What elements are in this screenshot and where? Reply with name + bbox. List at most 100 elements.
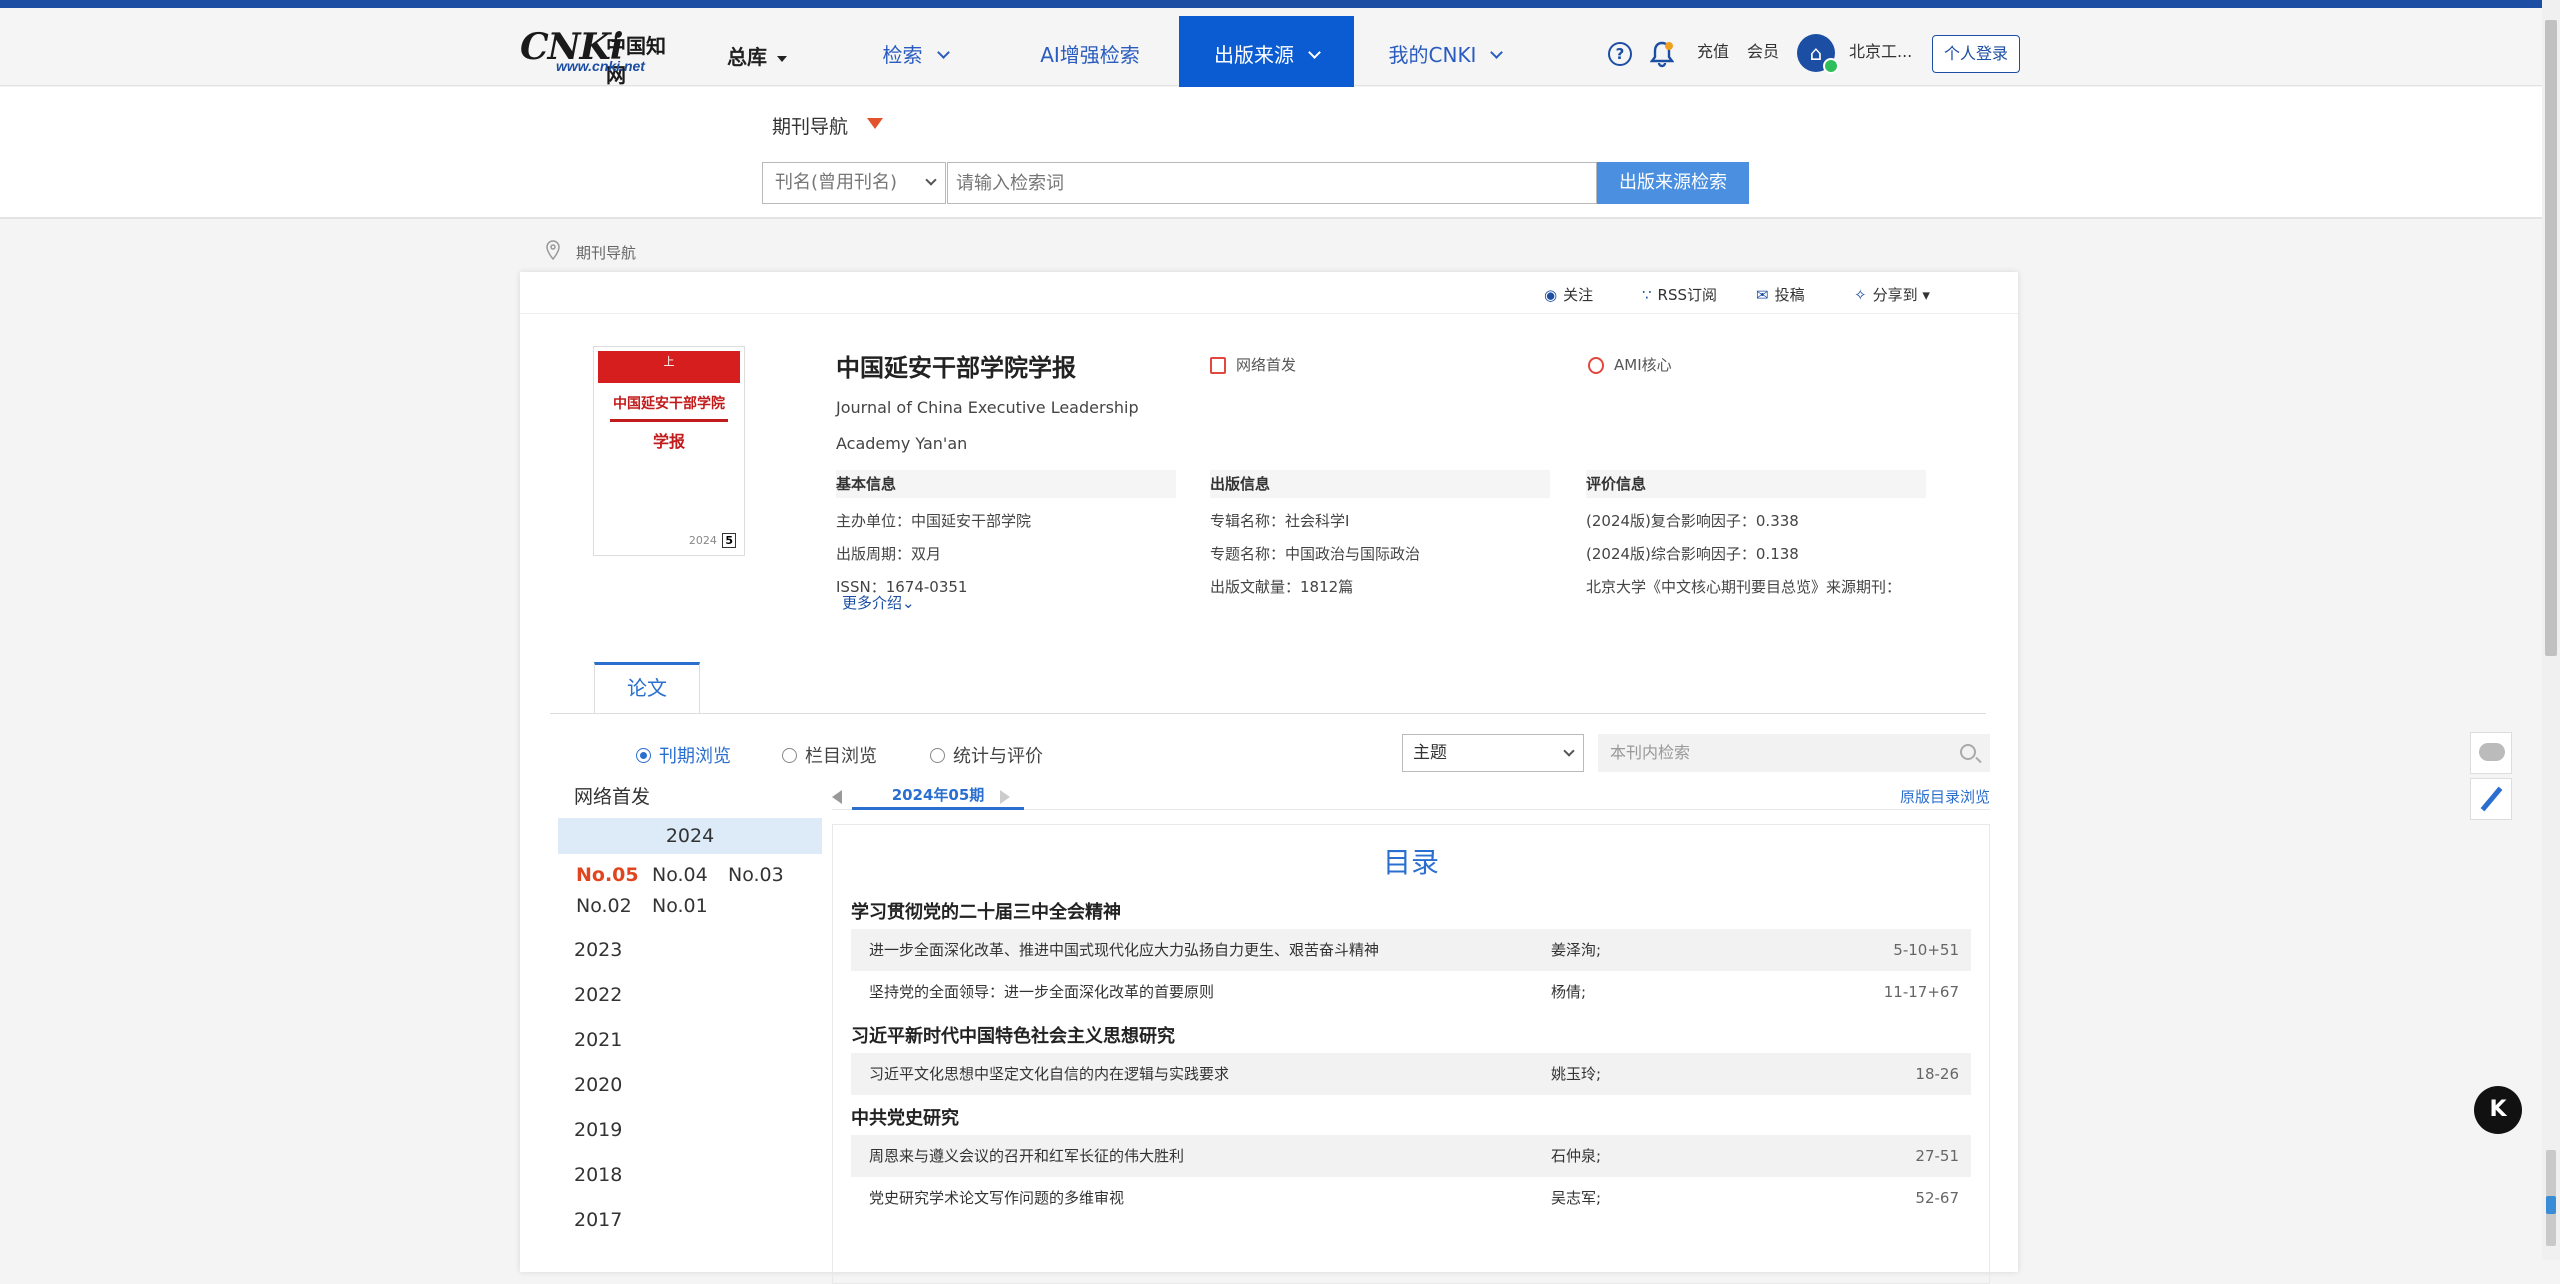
database-select-label: 总库	[727, 45, 767, 69]
article-title[interactable]: 党史研究学术论文写作问题的多维审视	[869, 1177, 1124, 1219]
nav-publication-source[interactable]: 出版来源	[1179, 16, 1354, 94]
original-toc-link[interactable]: 原版目录浏览	[1900, 786, 1990, 807]
eye-icon: ◉	[1544, 286, 1558, 304]
info-value: 中国延安干部学院	[911, 512, 1032, 530]
pencil-icon	[2480, 786, 2503, 812]
rss-icon: ∵	[1642, 286, 1652, 304]
assistant-badge[interactable]: K	[2474, 1086, 2522, 1134]
cover-year: 2024	[688, 534, 717, 547]
article-author[interactable]: 姜泽洵;	[1551, 929, 1601, 971]
issue-link[interactable]: No.04	[652, 860, 728, 891]
year-current[interactable]: 2024	[558, 818, 822, 854]
institution-name[interactable]: 北京工...	[1849, 38, 1912, 62]
year-link[interactable]: 2023	[558, 928, 822, 973]
article-author[interactable]: 杨倩;	[1551, 971, 1586, 1013]
journal-nav-title[interactable]: 期刊导航	[772, 112, 848, 139]
share-button[interactable]: ✧ 分享到 ▾	[1854, 284, 1930, 305]
online-first-link[interactable]: 网络首发	[558, 782, 822, 818]
article-pages: 52-67	[1915, 1189, 1959, 1207]
top-accent-bar	[0, 0, 2560, 8]
page-scrollbar[interactable]	[2542, 0, 2560, 1260]
search-field-select[interactable]: 刊名(曾用刊名)	[762, 162, 946, 204]
scrollbar-thumb[interactable]	[2545, 20, 2557, 656]
cover-issue: 2024 5	[687, 533, 736, 548]
submit-button[interactable]: ✉ 投稿	[1756, 284, 1805, 305]
triangle-down-icon[interactable]	[867, 118, 883, 129]
journal-english-title: Journal of China Executive Leadership Ac…	[836, 398, 1139, 453]
article-title[interactable]: 进一步全面深化改革、推进中国式现代化应大力弘扬自力更生、艰苦奋斗精神	[869, 929, 1379, 971]
issue-link[interactable]: No.03	[728, 860, 804, 891]
browse-by-issue-radio[interactable]: 刊期浏览	[636, 742, 731, 768]
radio-checked-icon	[636, 748, 651, 763]
journal-inner-search[interactable]: 本刊内检索	[1598, 734, 1990, 772]
article-title[interactable]: 习近平文化思想中坚定文化自信的内在逻辑与实践要求	[869, 1053, 1229, 1095]
year-link[interactable]: 2018	[558, 1153, 822, 1198]
current-issue-tab[interactable]: 2024年05期	[852, 784, 1024, 810]
search-icon[interactable]	[1960, 744, 1976, 760]
recharge-link[interactable]: 充值	[1697, 38, 1729, 62]
year-link[interactable]: 2019	[558, 1108, 822, 1153]
verified-icon	[1823, 58, 1839, 74]
chevron-down-icon	[1563, 745, 1575, 757]
cnki-logo[interactable]: CNKi 中国知网 www.cnki.net	[520, 26, 680, 87]
info-key: 专题名称：	[1210, 545, 1286, 563]
next-issue-icon[interactable]	[1000, 790, 1010, 804]
location-pin-icon	[546, 240, 560, 260]
article-author[interactable]: 吴志军;	[1551, 1177, 1601, 1219]
ami-core-label: AMI核心	[1614, 356, 1672, 374]
year-link[interactable]: 2017	[558, 1198, 822, 1243]
stats-radio[interactable]: 统计与评价	[930, 742, 1043, 768]
browse-by-column-radio[interactable]: 栏目浏览	[782, 742, 877, 768]
nav-my-cnki[interactable]: 我的CNKI	[1370, 16, 1520, 94]
prev-issue-icon[interactable]	[832, 790, 842, 804]
info-row: 专辑名称：社会科学I	[1210, 510, 1550, 531]
rss-label: RSS订阅	[1657, 286, 1718, 304]
nav-search-label: 检索	[882, 43, 923, 67]
issue-link[interactable]: No.05	[576, 860, 652, 891]
info-value: 中国政治与国际政治	[1285, 545, 1421, 563]
rss-button[interactable]: ∵ RSS订阅	[1642, 284, 1717, 305]
publish-info-head: 出版信息	[1210, 470, 1550, 498]
journal-cover[interactable]: 上 中国延安干部学院 学报 2024 5	[593, 346, 745, 556]
keyword-input[interactable]	[947, 162, 1597, 204]
bell-icon[interactable]	[1650, 40, 1674, 68]
info-row: 出版周期：双月	[836, 543, 1176, 564]
more-intro-link[interactable]: 更多介绍⌄	[842, 592, 915, 613]
topic-select[interactable]: 主题	[1402, 734, 1584, 772]
issue-link[interactable]: No.01	[652, 891, 728, 922]
article-row: 进一步全面深化改革、推进中国式现代化应大力弘扬自力更生、艰苦奋斗精神 姜泽洵; …	[851, 929, 1971, 971]
nav-ai-search-label: AI增强检索	[1040, 43, 1140, 67]
feedback-button[interactable]	[2470, 732, 2512, 774]
chevron-down-icon	[925, 174, 937, 186]
article-row: 党史研究学术论文写作问题的多维审视 吴志军; 52-67	[851, 1177, 1971, 1219]
info-row: 北京大学《中文核心期刊要目总览》来源期刊：	[1586, 576, 1926, 597]
issue-link[interactable]: No.02	[576, 891, 652, 922]
follow-button[interactable]: ◉ 关注	[1544, 284, 1593, 305]
edit-button[interactable]	[2470, 778, 2512, 820]
database-select[interactable]: 总库	[727, 41, 787, 70]
year-link[interactable]: 2021	[558, 1018, 822, 1063]
breadcrumb[interactable]: 期刊导航	[576, 242, 636, 263]
tab-papers[interactable]: 论文	[594, 662, 700, 714]
source-search-button[interactable]: 出版来源检索	[1597, 162, 1749, 204]
info-key: 专辑名称：	[1210, 512, 1286, 530]
article-title[interactable]: 坚持党的全面领导：进一步全面深化改革的首要原则	[869, 971, 1214, 1013]
nav-ai-search[interactable]: AI增强检索	[1020, 16, 1160, 94]
personal-login-button[interactable]: 个人登录	[1932, 35, 2020, 73]
more-intro-label: 更多介绍	[842, 594, 903, 612]
inner-search-placeholder: 本刊内检索	[1610, 743, 1691, 762]
article-author[interactable]: 石仲泉;	[1551, 1135, 1601, 1177]
info-row: 专题名称：中国政治与国际政治	[1210, 543, 1550, 564]
year-link[interactable]: 2020	[558, 1063, 822, 1108]
info-key: (2024版)综合影响因子：	[1586, 545, 1756, 563]
nav-search[interactable]: 检索	[850, 16, 980, 94]
year-link[interactable]: 2022	[558, 973, 822, 1018]
article-author[interactable]: 姚玉玲;	[1551, 1053, 1601, 1095]
browse-by-column-label: 栏目浏览	[805, 746, 877, 767]
share-label: 分享到 ▾	[1872, 286, 1930, 304]
article-title[interactable]: 周恩来与遵义会议的召开和红军长征的伟大胜利	[869, 1135, 1184, 1177]
member-link[interactable]: 会员	[1747, 38, 1779, 62]
help-icon[interactable]: ?	[1608, 42, 1632, 66]
caret-down-icon	[777, 55, 787, 62]
toc-header: 2024年05期 原版目录浏览	[832, 784, 1990, 810]
